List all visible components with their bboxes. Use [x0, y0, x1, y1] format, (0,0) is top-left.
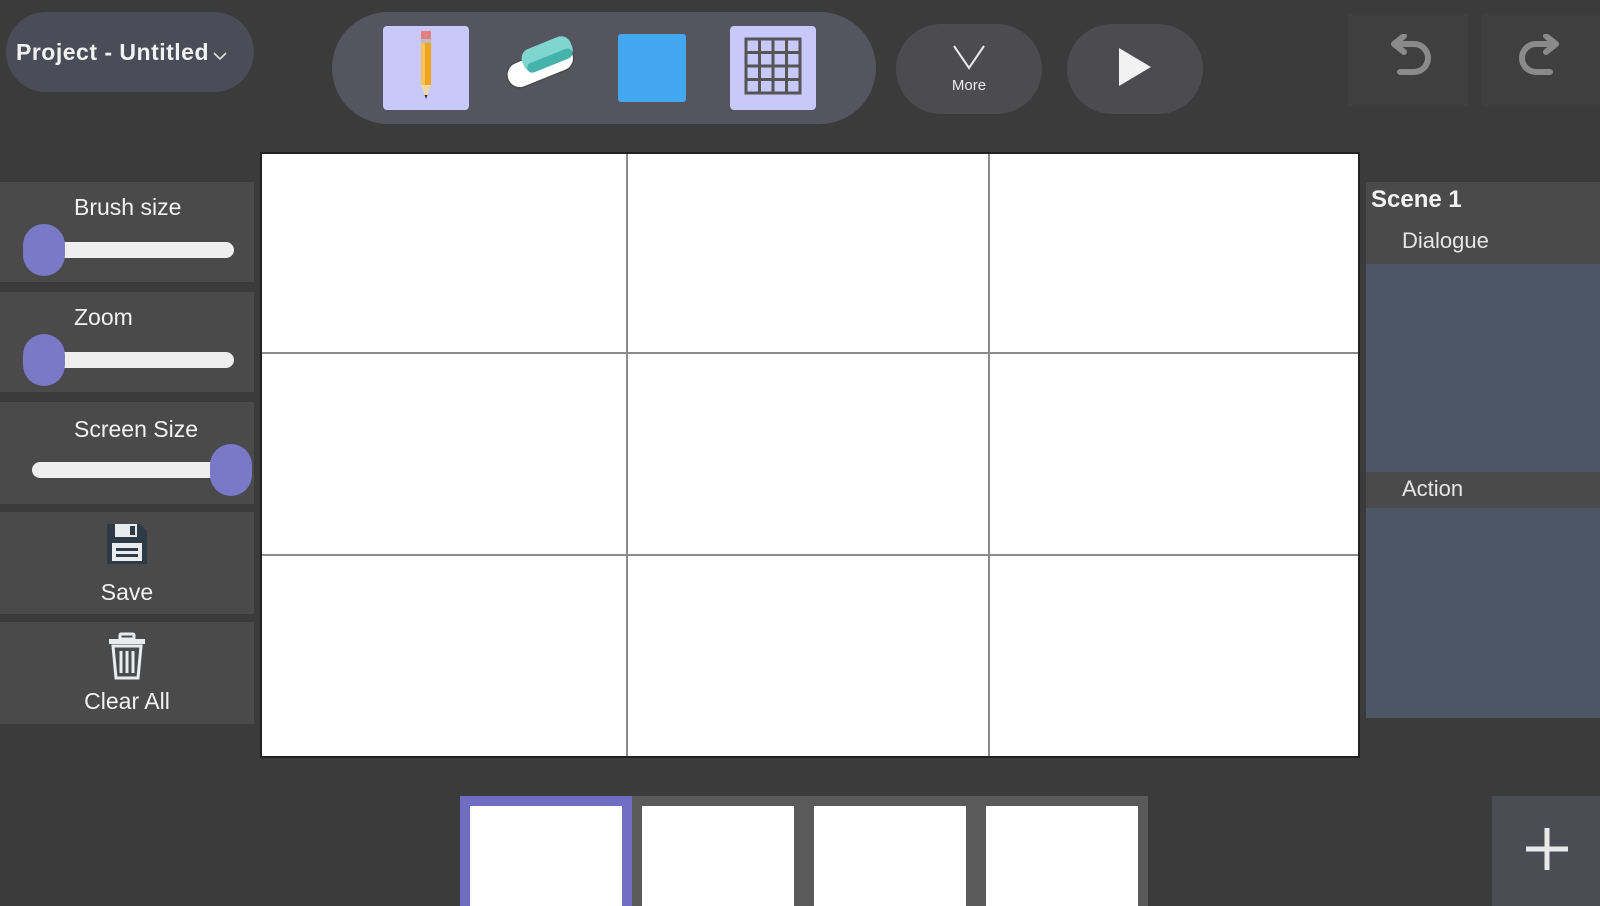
frame-preview — [470, 806, 622, 906]
action-header: Action — [1366, 472, 1600, 508]
redo-icon — [1516, 32, 1568, 87]
brush-size-panel: Brush size — [0, 182, 254, 282]
zoom-slider[interactable] — [36, 352, 234, 368]
grid-line — [262, 352, 1358, 354]
add-frame-button[interactable] — [1492, 796, 1600, 906]
dialogue-label: Dialogue — [1402, 228, 1489, 253]
play-icon — [1115, 46, 1155, 93]
clear-all-label: Clear All — [84, 687, 170, 714]
screen-size-panel: Screen Size — [0, 402, 254, 504]
pencil-tool-button[interactable] — [383, 26, 469, 110]
grid-icon — [744, 37, 802, 100]
zoom-label: Zoom — [74, 304, 133, 330]
more-label: More — [951, 77, 987, 94]
floppy-disk-icon — [104, 521, 150, 573]
frame-thumbnail-selected[interactable] — [460, 796, 632, 906]
screen-size-slider-handle[interactable] — [210, 444, 252, 496]
project-selector[interactable]: Project - Untitled — [6, 12, 254, 92]
grid-line — [262, 554, 1358, 556]
eraser-icon — [497, 34, 581, 103]
action-field[interactable] — [1366, 508, 1600, 718]
chevron-down-icon — [213, 40, 227, 67]
frame-preview — [986, 806, 1138, 906]
project-title: Project - Untitled — [16, 38, 210, 65]
brush-size-label: Brush size — [74, 194, 182, 220]
grid-toggle-button[interactable] — [730, 26, 816, 110]
undo-icon — [1382, 32, 1434, 87]
clear-all-button[interactable]: Clear All — [0, 622, 254, 724]
zoom-slider-handle[interactable] — [23, 334, 65, 386]
brush-size-slider-handle[interactable] — [23, 224, 65, 276]
drawing-canvas[interactable] — [260, 152, 1360, 758]
frame-thumbnail[interactable] — [632, 796, 804, 906]
action-label: Action — [1402, 476, 1464, 501]
zoom-panel: Zoom — [0, 292, 254, 392]
plus-icon — [1524, 826, 1570, 877]
pencil-icon — [411, 29, 441, 108]
save-button[interactable]: Save — [0, 512, 254, 614]
scene-title: Scene 1 — [1371, 186, 1462, 213]
play-button[interactable] — [1067, 24, 1203, 114]
frame-thumbnail[interactable] — [976, 796, 1148, 906]
frame-thumbnail[interactable] — [804, 796, 976, 906]
dialogue-field[interactable] — [1366, 264, 1600, 472]
screen-size-slider[interactable] — [32, 462, 232, 478]
frame-preview — [642, 806, 794, 906]
brush-size-slider[interactable] — [36, 242, 234, 258]
undo-button[interactable] — [1348, 14, 1468, 106]
screen-size-label: Screen Size — [74, 416, 199, 442]
grid-line — [988, 154, 990, 756]
scene-header: Scene 1 Dialogue — [1366, 182, 1600, 264]
grid-line — [626, 154, 628, 756]
frame-preview — [814, 806, 966, 906]
brush-color-swatch[interactable] — [618, 34, 686, 102]
redo-button[interactable] — [1482, 14, 1600, 106]
trash-icon — [106, 632, 148, 686]
eraser-tool-button[interactable] — [496, 26, 582, 110]
more-button[interactable]: More — [896, 24, 1042, 114]
chevron-down-icon — [952, 44, 986, 75]
save-label: Save — [100, 578, 154, 605]
